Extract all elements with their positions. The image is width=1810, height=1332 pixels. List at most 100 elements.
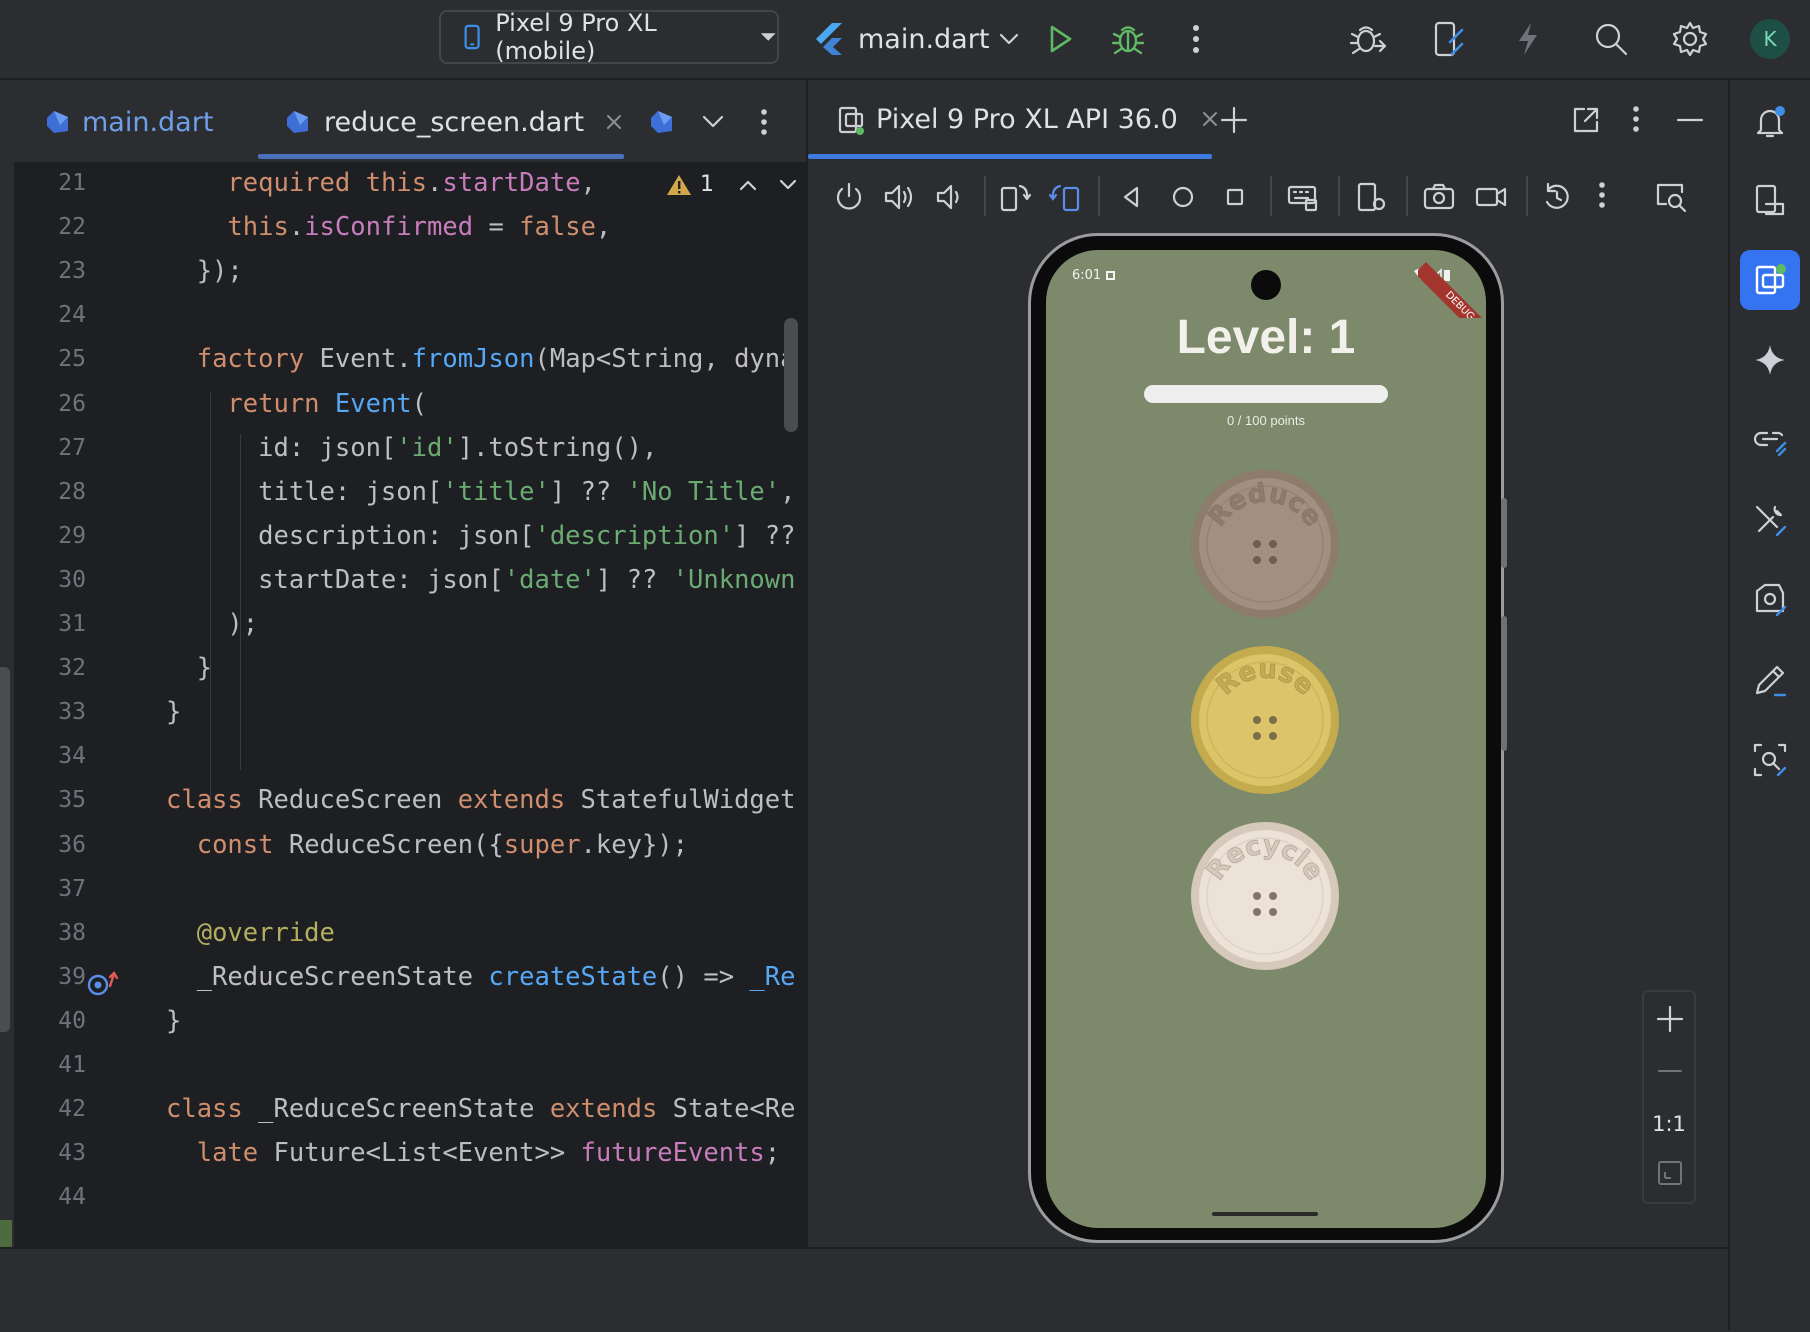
build-tools-button[interactable] bbox=[1740, 490, 1800, 550]
device-selector[interactable]: Pixel 9 Pro XL (mobile) bbox=[439, 9, 779, 65]
previous-highlight-icon[interactable] bbox=[738, 178, 758, 192]
line-number[interactable]: 34 bbox=[14, 743, 86, 769]
back-button[interactable] bbox=[1114, 180, 1148, 214]
line-number[interactable]: 44 bbox=[14, 1184, 86, 1210]
editor-scrollbar[interactable] bbox=[784, 318, 798, 432]
close-tab-icon[interactable] bbox=[604, 112, 624, 132]
line-number[interactable]: 24 bbox=[14, 302, 86, 328]
code-line[interactable]: @override bbox=[166, 918, 335, 948]
zoom-in-button[interactable] bbox=[1655, 1004, 1685, 1034]
dart-file-overflow-icon[interactable] bbox=[646, 102, 676, 142]
line-number[interactable]: 26 bbox=[14, 391, 86, 417]
home-button[interactable] bbox=[1166, 180, 1200, 214]
code-line[interactable]: class ReduceScreen extends StatefulWidge… bbox=[166, 785, 795, 815]
line-number[interactable]: 21 bbox=[14, 170, 86, 196]
line-number[interactable]: 32 bbox=[14, 655, 86, 681]
resource-manager-button[interactable] bbox=[1740, 650, 1800, 710]
line-number[interactable]: 35 bbox=[14, 787, 86, 813]
screen-record-button[interactable] bbox=[1474, 180, 1508, 214]
more-actions-button[interactable] bbox=[1171, 14, 1221, 64]
code-line[interactable]: factory Event.fromJson(Map<String, dyna bbox=[166, 344, 796, 374]
hot-reload-button[interactable] bbox=[1503, 14, 1553, 64]
reuse-button[interactable]: Reuse bbox=[1189, 644, 1341, 796]
line-number[interactable]: 27 bbox=[14, 435, 86, 461]
tabs-dropdown-button[interactable] bbox=[700, 102, 726, 142]
volume-up-button[interactable] bbox=[882, 180, 916, 214]
zoom-out-button[interactable] bbox=[1655, 1056, 1685, 1086]
inspection-widget[interactable]: 1 bbox=[666, 172, 798, 197]
tab-reduce-screen-dart[interactable]: reduce_screen.dart bbox=[282, 102, 624, 142]
tab-main-dart[interactable]: main.dart bbox=[42, 102, 213, 142]
line-number[interactable]: 36 bbox=[14, 832, 86, 858]
open-in-window-button[interactable] bbox=[1570, 104, 1602, 136]
code-line[interactable]: return Event( bbox=[166, 389, 427, 419]
snapshots-button[interactable] bbox=[1540, 180, 1574, 214]
line-number[interactable]: 30 bbox=[14, 567, 86, 593]
keyboard-button[interactable] bbox=[1286, 180, 1320, 214]
volume-down-button[interactable] bbox=[932, 180, 966, 214]
line-number[interactable]: 29 bbox=[14, 523, 86, 549]
run-button[interactable] bbox=[1035, 14, 1085, 64]
line-number[interactable]: 43 bbox=[14, 1140, 86, 1166]
device-screen[interactable]: 6:01 DEBUG Level: 1 0 / 100 points Reduc… bbox=[1046, 250, 1486, 1228]
code-line[interactable]: this.isConfirmed = false, bbox=[166, 212, 611, 242]
zoom-fit-button[interactable] bbox=[1655, 1158, 1685, 1188]
power-button[interactable] bbox=[832, 180, 866, 214]
notifications-button[interactable] bbox=[1740, 92, 1800, 152]
settings-button[interactable] bbox=[1665, 14, 1715, 64]
next-highlight-icon[interactable] bbox=[778, 178, 798, 192]
device-manager-button[interactable] bbox=[1422, 14, 1472, 64]
line-number[interactable]: 25 bbox=[14, 346, 86, 372]
code-line[interactable]: required this.startDate, bbox=[166, 168, 595, 198]
line-number[interactable]: 42 bbox=[14, 1096, 86, 1122]
device-settings-button[interactable] bbox=[1354, 180, 1388, 214]
code-line[interactable]: late Future<List<Event>> futureEvents; bbox=[166, 1138, 780, 1168]
code-line[interactable]: startDate: json['date'] ?? 'Unknown bbox=[166, 565, 795, 595]
debug-button[interactable] bbox=[1103, 14, 1153, 64]
line-number[interactable]: 31 bbox=[14, 611, 86, 637]
line-number[interactable]: 38 bbox=[14, 920, 86, 946]
attach-debugger-button[interactable] bbox=[1343, 14, 1393, 64]
code-line[interactable]: } bbox=[166, 697, 181, 727]
code-line[interactable]: title: json['title'] ?? 'No Title', bbox=[166, 477, 795, 507]
overview-button[interactable] bbox=[1218, 180, 1252, 214]
code-line[interactable]: _ReduceScreenState createState() => _Re bbox=[166, 962, 796, 992]
code-line[interactable]: class _ReduceScreenState extends State<R… bbox=[166, 1094, 795, 1124]
gemini-tool-button[interactable] bbox=[1740, 330, 1800, 390]
editor-options-button[interactable] bbox=[760, 102, 768, 142]
code-line[interactable]: } bbox=[166, 653, 212, 683]
code-line[interactable]: description: json['description'] ?? bbox=[166, 521, 795, 551]
app-inspection-button[interactable] bbox=[1740, 570, 1800, 630]
tab-emulator-device[interactable]: Pixel 9 Pro XL API 36.0 bbox=[836, 102, 1220, 136]
line-number[interactable]: 40 bbox=[14, 1008, 86, 1034]
search-button[interactable] bbox=[1586, 14, 1636, 64]
zoom-actual-size-button[interactable]: 1:1 bbox=[1644, 1112, 1694, 1136]
line-number[interactable]: 33 bbox=[14, 699, 86, 725]
layout-inspector-tool-button[interactable] bbox=[1740, 730, 1800, 790]
code-line[interactable]: }); bbox=[166, 256, 243, 286]
line-number[interactable]: 22 bbox=[14, 214, 86, 240]
close-tab-icon[interactable] bbox=[1200, 109, 1220, 129]
profile-avatar[interactable]: K bbox=[1745, 14, 1795, 64]
rotate-right-button[interactable] bbox=[1048, 180, 1082, 214]
rotate-left-button[interactable] bbox=[998, 180, 1032, 214]
device-manager-tool-button[interactable] bbox=[1740, 170, 1800, 230]
add-device-button[interactable] bbox=[1218, 104, 1250, 136]
app-links-tool-button[interactable] bbox=[1740, 410, 1800, 470]
reduce-button[interactable]: Reduce bbox=[1189, 468, 1341, 620]
line-number[interactable]: 41 bbox=[14, 1052, 86, 1078]
layout-inspector-button[interactable] bbox=[1654, 180, 1688, 214]
code-line[interactable]: const ReduceScreen({super.key}); bbox=[166, 830, 688, 860]
recycle-button[interactable]: Recycle bbox=[1189, 820, 1341, 972]
run-configuration-selector[interactable]: main.dart bbox=[812, 14, 1021, 64]
line-number[interactable]: 39 bbox=[14, 964, 86, 990]
code-editor[interactable]: 21 required this.startDate, 22 this.isCon… bbox=[14, 162, 806, 1247]
line-number[interactable]: 37 bbox=[14, 876, 86, 902]
line-number[interactable]: 28 bbox=[14, 479, 86, 505]
gesture-bar[interactable] bbox=[1212, 1212, 1318, 1216]
line-number[interactable]: 23 bbox=[14, 258, 86, 284]
screenshot-button[interactable] bbox=[1422, 180, 1456, 214]
panel-options-button[interactable] bbox=[1632, 104, 1640, 134]
code-line[interactable]: ); bbox=[166, 609, 258, 639]
implements-gutter-icon[interactable] bbox=[86, 970, 120, 998]
